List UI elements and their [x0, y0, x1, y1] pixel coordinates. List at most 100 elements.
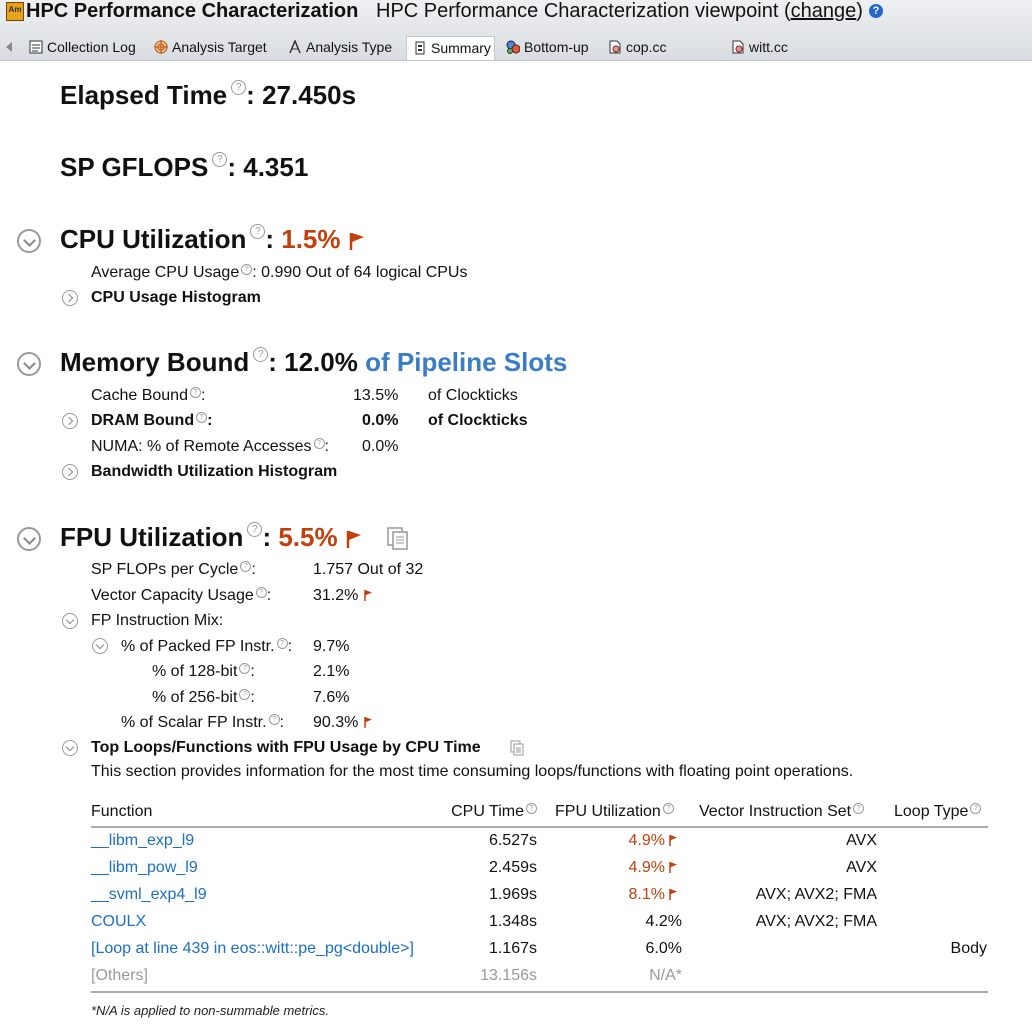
separator: :	[262, 522, 272, 552]
help-question-icon[interactable]: ?	[853, 803, 865, 814]
tab-label: cop.cc	[626, 39, 667, 55]
tab-bar: Collection Log Analysis Target Analysis …	[0, 36, 1032, 60]
cpu-time-cell: 1.167s	[488, 940, 537, 957]
cpu-utilization-collapse-toggle[interactable]	[17, 229, 41, 253]
table-header-divider	[91, 826, 988, 828]
elapsed-time-metric: Elapsed Time?: 27.450s	[60, 80, 356, 111]
separator: :	[251, 561, 256, 578]
bit128-value: 2.1%	[313, 663, 350, 680]
tab-analysis-type[interactable]: Analysis Type	[288, 36, 392, 60]
fpu-utilization-cell: 6.0%	[646, 940, 682, 958]
help-question-icon[interactable]: ?	[189, 387, 201, 398]
cpu-utilization-metric: CPU Utilization?: 1.5%	[60, 224, 366, 255]
cpu-usage-histogram-label[interactable]: CPU Usage Histogram	[91, 289, 261, 307]
separator: :	[265, 224, 275, 254]
copy-to-clipboard-icon[interactable]	[509, 740, 526, 756]
fpu-utilization-value: 4.9%	[628, 832, 665, 849]
help-question-icon[interactable]: ?	[247, 522, 263, 537]
top-loops-collapse-toggle[interactable]	[62, 740, 78, 756]
viewpoint-change-link[interactable]: change	[791, 0, 857, 22]
tab-witt-cc[interactable]: witt.cc	[731, 36, 788, 60]
cache-bound-label-row: Cache Bound?:	[91, 387, 205, 405]
fpu-utilization-metric: FPU Utilization?: 5.5%	[60, 522, 363, 553]
separator: :	[207, 412, 213, 429]
elapsed-time-label: Elapsed Time	[60, 80, 228, 110]
cpu-histogram-expand-toggle[interactable]	[62, 290, 78, 306]
function-name-cell[interactable]: __libm_exp_l9	[91, 832, 194, 850]
separator: :	[268, 347, 277, 377]
packed-fp-instr-row: % of Packed FP Instr.?:	[121, 638, 292, 656]
help-question-icon[interactable]: ?	[212, 152, 228, 167]
help-question-icon[interactable]: ?	[240, 561, 252, 572]
function-name-cell[interactable]: [Others]	[91, 967, 148, 985]
memory-bound-collapse-toggle[interactable]	[17, 352, 41, 376]
help-question-icon[interactable]: ?	[253, 347, 269, 362]
fp-instruction-mix-collapse-toggle[interactable]	[62, 613, 78, 629]
help-icon[interactable]: ?	[869, 4, 883, 18]
function-name-cell[interactable]: __svml_exp4_l9	[91, 886, 207, 904]
vector-instruction-set-cell: AVX; AVX2; FMA	[755, 886, 877, 903]
tab-collection-log[interactable]: Collection Log	[29, 36, 136, 60]
window-header: Am HPC Performance Characterization HPC …	[0, 0, 1032, 61]
help-question-icon[interactable]: ?	[250, 224, 266, 239]
tab-bottom-up[interactable]: Bottom-up	[506, 36, 589, 60]
bandwidth-utilization-histogram-label[interactable]: Bandwidth Utilization Histogram	[91, 463, 337, 481]
tab-cop-cc[interactable]: cop.cc	[608, 36, 666, 60]
warning-flag-icon	[346, 531, 361, 549]
column-header-vector-instruction-set[interactable]: Vector Instruction Set?	[699, 803, 865, 821]
help-question-icon[interactable]: ?	[268, 714, 280, 725]
help-question-icon[interactable]: ?	[662, 803, 674, 814]
column-header-function[interactable]: Function	[91, 803, 152, 821]
dram-bound-expand-toggle[interactable]	[62, 413, 78, 429]
column-header-fpu-utilization[interactable]: FPU Utilization?	[555, 803, 674, 821]
column-header-cpu-time[interactable]: CPU Time?	[451, 803, 537, 821]
tab-analysis-target[interactable]: Analysis Target	[154, 36, 267, 60]
bottom-up-icon	[506, 38, 521, 54]
dram-bound-value: 0.0%	[362, 412, 399, 429]
fp-instruction-mix-label: FP Instruction Mix:	[91, 612, 224, 629]
cpu-time-cell: 2.459s	[488, 859, 537, 876]
fpu-utilization-label: FPU Utilization	[60, 522, 244, 552]
separator: :	[250, 689, 255, 706]
vector-instruction-set-cell: AVX	[846, 832, 877, 849]
cache-bound-value: 13.5%	[353, 387, 399, 404]
tab-summary[interactable]: Summary	[406, 36, 495, 60]
bandwidth-histogram-expand-toggle[interactable]	[62, 464, 78, 480]
help-question-icon[interactable]: ?	[196, 412, 208, 423]
fpu-utilization-collapse-toggle[interactable]	[17, 527, 41, 551]
vector-capacity-usage-cell: 31.2%	[313, 587, 373, 605]
sp-gflops-metric: SP GFLOPS?: 4.351	[60, 152, 308, 183]
target-icon	[154, 38, 168, 54]
help-question-icon[interactable]: ?	[241, 264, 253, 275]
average-cpu-usage-value: 0.990 Out of 64 logical CPUs	[261, 264, 468, 281]
fpu-utilization-value: 8.1%	[628, 886, 665, 903]
memory-bound-label: Memory Bound	[60, 347, 250, 377]
dram-bound-label: DRAM Bound	[91, 412, 195, 429]
function-name-cell[interactable]: COULX	[91, 913, 146, 931]
tab-label: Analysis Type	[306, 39, 393, 55]
help-question-icon[interactable]: ?	[970, 803, 982, 814]
fpu-utilization-cell: 4.9%	[629, 832, 680, 850]
help-question-icon[interactable]: ?	[526, 803, 537, 814]
app-title: HPC Performance Characterization	[26, 0, 359, 22]
source-file-icon	[731, 38, 745, 54]
copy-to-clipboard-icon[interactable]	[385, 526, 411, 550]
fpu-utilization-cell: N/A*	[649, 967, 682, 985]
header-label: CPU Time	[451, 803, 524, 820]
separator: :	[266, 587, 272, 604]
help-question-icon[interactable]: ?	[231, 80, 247, 95]
help-question-icon[interactable]: ?	[313, 438, 325, 449]
vector-instruction-set-cell: AVX	[846, 859, 877, 876]
function-name-cell[interactable]: __libm_pow_l9	[91, 859, 198, 877]
fpu-utilization-cell: 4.2%	[646, 913, 682, 931]
separator: :	[287, 638, 293, 655]
help-question-icon[interactable]: ?	[276, 638, 288, 649]
help-question-icon[interactable]: ?	[239, 663, 251, 674]
packed-fp-collapse-toggle[interactable]	[92, 638, 108, 654]
help-question-icon[interactable]: ?	[239, 689, 251, 700]
column-header-loop-type[interactable]: Loop Type?	[894, 803, 982, 821]
help-question-icon[interactable]: ?	[255, 587, 267, 598]
packed-fp-instr-label: % of Packed FP Instr.	[121, 638, 275, 655]
function-name-cell[interactable]: [Loop at line 439 in eos::witt::pe_pg<do…	[91, 940, 414, 958]
sp-gflops-value: 4.351	[243, 152, 309, 182]
